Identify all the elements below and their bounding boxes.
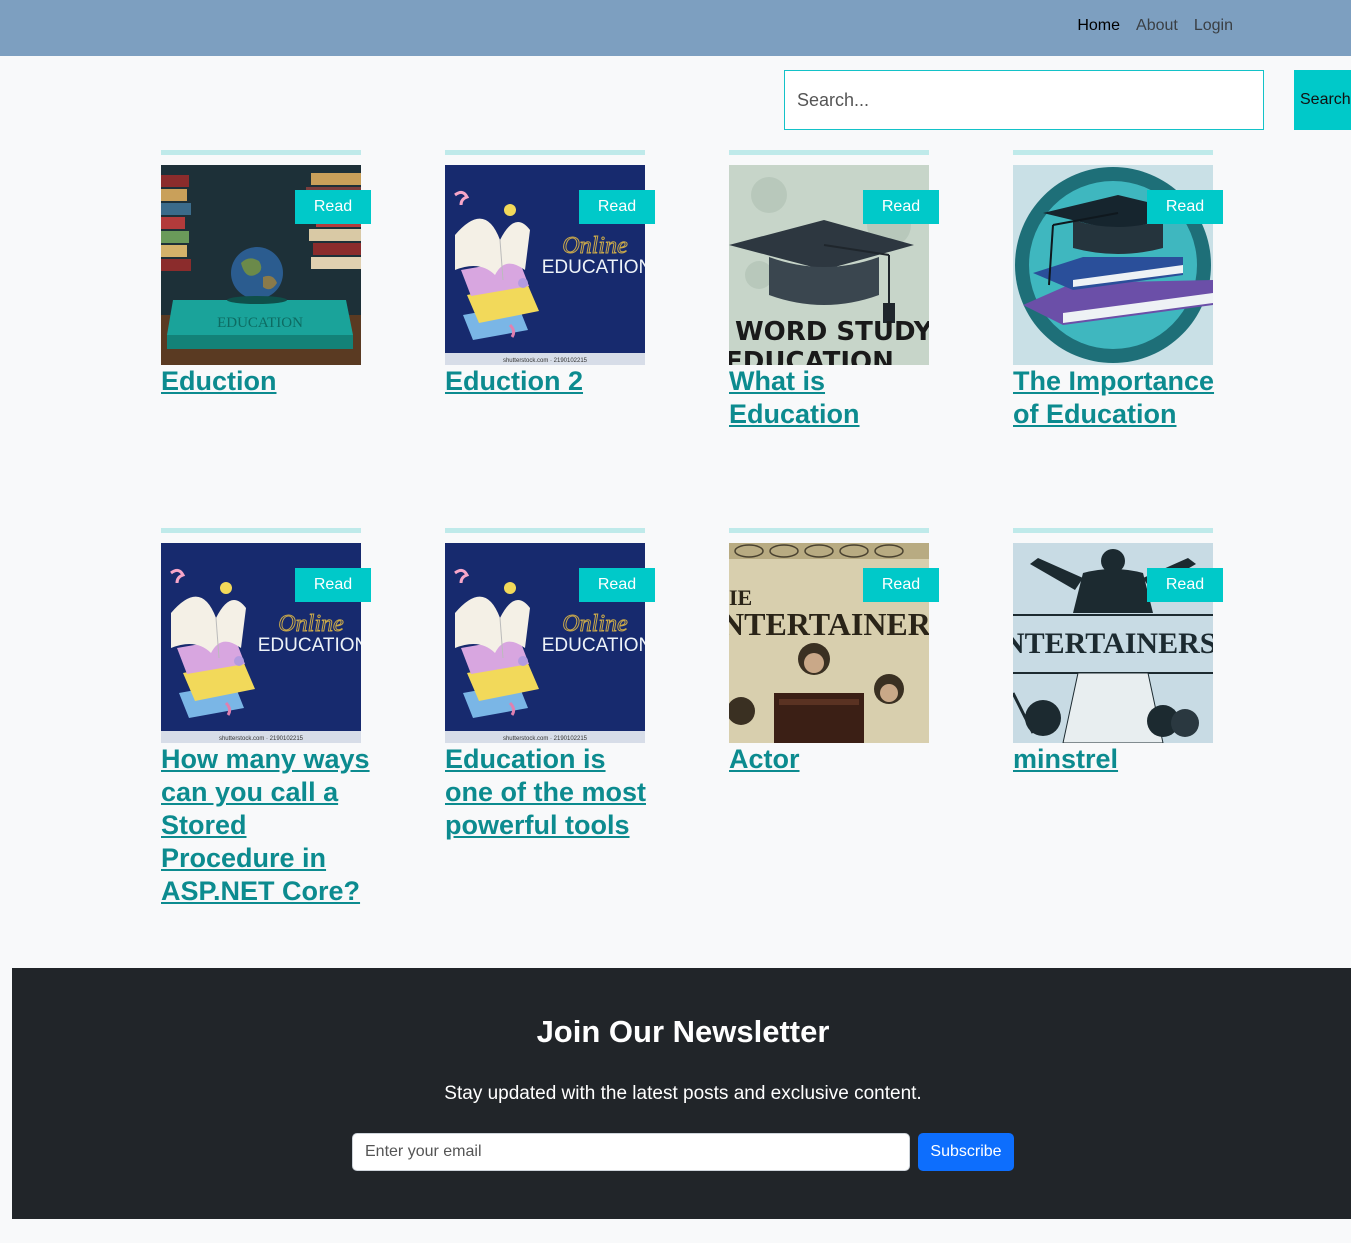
newsletter-title: Join Our Newsletter [536, 1014, 830, 1049]
card-top-bar [445, 528, 645, 533]
svg-text:EDUCATION: EDUCATION [258, 635, 361, 656]
nav-home-link[interactable]: Home [1077, 17, 1120, 35]
svg-text:EDUCATION: EDUCATION [729, 347, 894, 365]
svg-text:shutterstock.com · 2190102215: shutterstock.com · 2190102215 [503, 358, 588, 364]
read-button[interactable]: Read [1147, 190, 1223, 224]
read-button[interactable]: Read [863, 190, 939, 224]
svg-text:EDUCATION: EDUCATION [542, 635, 645, 656]
navbar: Home About Login [0, 0, 1351, 56]
svg-text:Online: Online [562, 233, 628, 259]
newsletter-subtitle: Stay updated with the latest posts and e… [444, 1083, 922, 1104]
read-button[interactable]: Read [579, 190, 655, 224]
svg-text:Online: Online [562, 611, 628, 637]
post-title-link[interactable]: The Importance of Education [1013, 365, 1223, 431]
post-title-link[interactable]: Actor [729, 743, 939, 776]
card-top-bar [729, 150, 929, 155]
search-input[interactable] [784, 70, 1264, 130]
nav-login-link[interactable]: Login [1194, 17, 1233, 35]
post-title-link[interactable]: Education is one of the most powerful to… [445, 743, 655, 842]
card-top-bar [161, 150, 361, 155]
post-title-link[interactable]: Eduction [161, 365, 371, 398]
card-top-bar [1013, 528, 1213, 533]
svg-text:WORD STUDY:: WORD STUDY: [735, 317, 929, 347]
card-top-bar [445, 150, 645, 155]
search-button[interactable]: Search [1294, 70, 1351, 130]
nav-about-link[interactable]: About [1136, 17, 1178, 35]
post-title-link[interactable]: Eduction 2 [445, 365, 655, 398]
subscribe-button[interactable]: Subscribe [918, 1133, 1014, 1171]
svg-text:shutterstock.com · 2190102215: shutterstock.com · 2190102215 [503, 736, 588, 742]
read-button[interactable]: Read [579, 568, 655, 602]
nav-links: Home About Login [1077, 17, 1233, 35]
post-title-link[interactable]: minstrel [1013, 743, 1223, 776]
email-field[interactable] [352, 1133, 910, 1171]
post-title-link[interactable]: What is Education [729, 365, 939, 431]
svg-text:EDUCATION: EDUCATION [217, 315, 303, 331]
card-top-bar [729, 528, 929, 533]
svg-text:NTERTAINERS: NTERTAINERS [729, 606, 929, 642]
svg-text:EDUCATION: EDUCATION [542, 257, 645, 278]
svg-text:shutterstock.com · 2190102215: shutterstock.com · 2190102215 [219, 736, 304, 742]
read-button[interactable]: Read [863, 568, 939, 602]
svg-text:Online: Online [278, 611, 344, 637]
read-button[interactable]: Read [295, 190, 371, 224]
card-top-bar [1013, 150, 1213, 155]
read-button[interactable]: Read [295, 568, 371, 602]
card-top-bar [161, 528, 361, 533]
read-button[interactable]: Read [1147, 568, 1223, 602]
newsletter-section: Join Our Newsletter Stay updated with th… [12, 968, 1351, 1219]
post-title-link[interactable]: How many ways can you call a Stored Proc… [161, 743, 371, 908]
svg-text:NTERTAINERS: NTERTAINERS [1013, 627, 1213, 660]
